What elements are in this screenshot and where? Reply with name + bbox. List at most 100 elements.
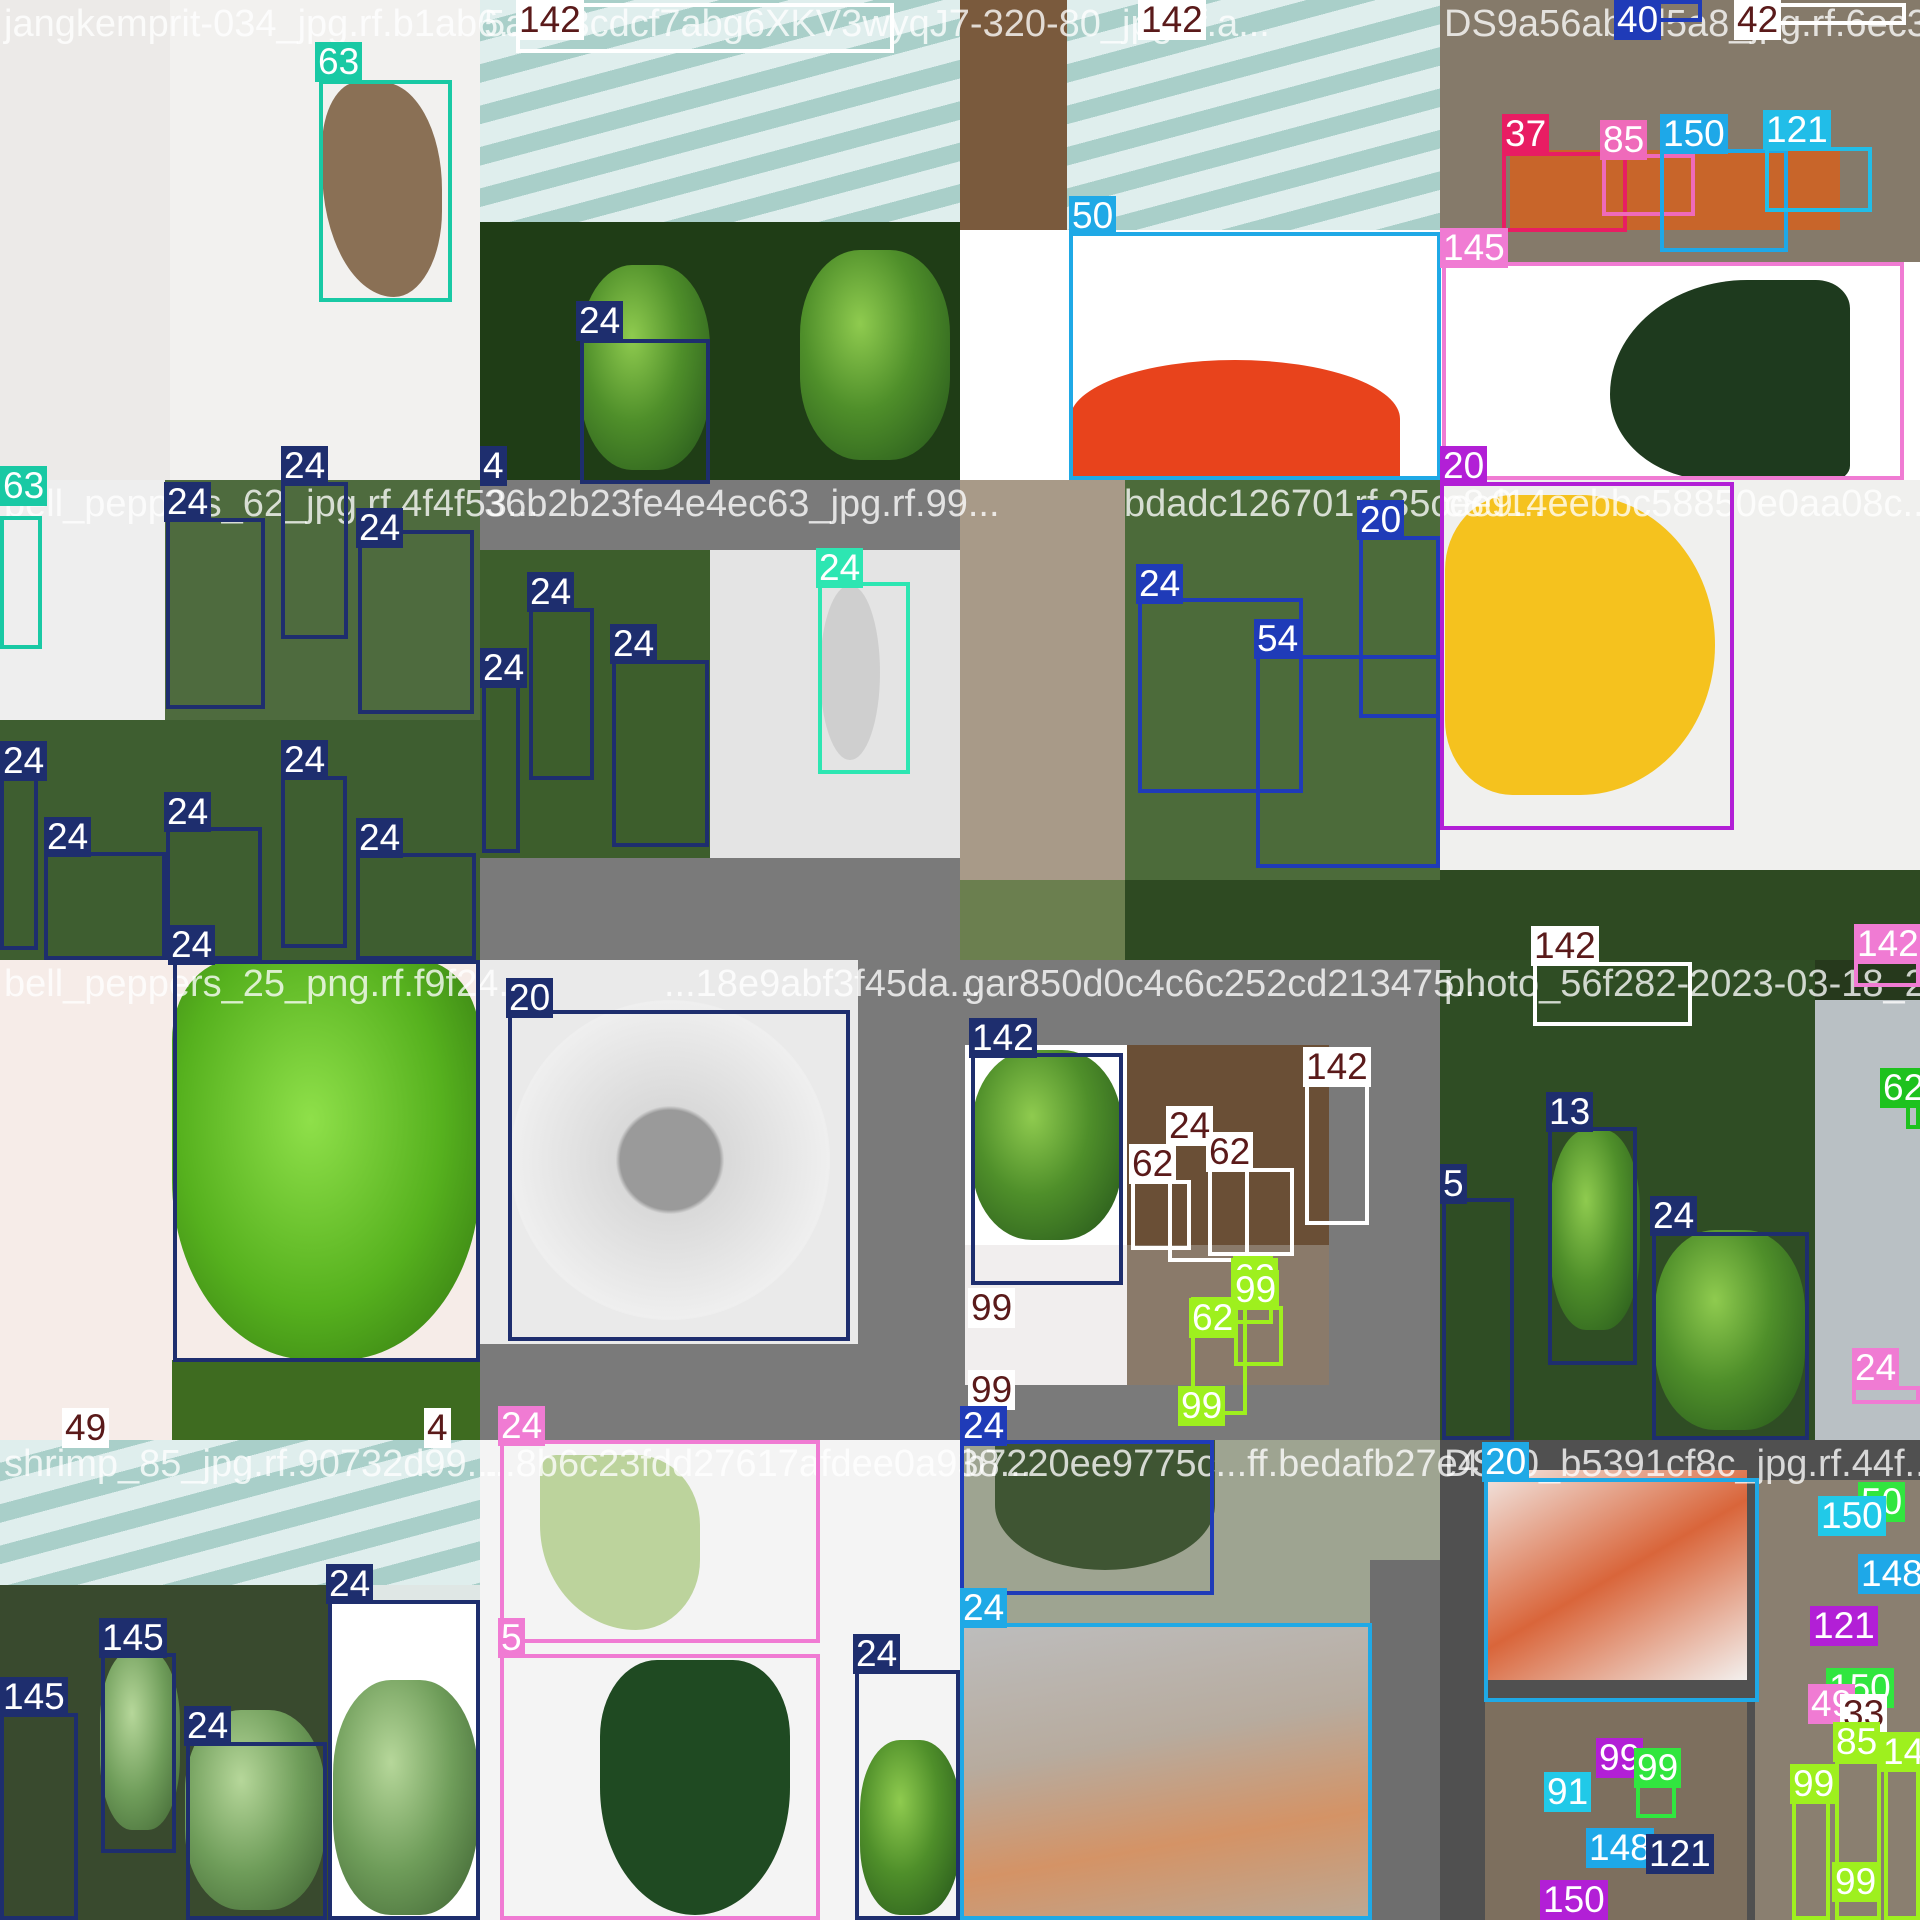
- detection-label: 99: [968, 1370, 1016, 1410]
- detection-label: 142: [1880, 1732, 1920, 1772]
- detection-label: 142: [1531, 926, 1599, 966]
- detection-label: 148: [1586, 1828, 1654, 1868]
- detection-label: 24: [610, 624, 658, 664]
- detection-box: [1484, 1478, 1759, 1702]
- detection-box: [44, 852, 166, 960]
- detection-box: [529, 608, 594, 780]
- detection-label: 24: [576, 301, 624, 341]
- detection-label: 24: [0, 741, 48, 781]
- detection-label: 24: [960, 1588, 1008, 1628]
- detection-box: [960, 1440, 1214, 1595]
- detection-label: 4: [424, 1408, 451, 1448]
- fridge-region: [1485, 1700, 1747, 1920]
- detection-label: 50: [1069, 196, 1117, 236]
- detection-label: 5: [498, 1618, 525, 1658]
- detection-box: [281, 482, 348, 639]
- detection-box: [1131, 1180, 1191, 1250]
- garlic-region: [960, 480, 1125, 880]
- detection-label: 121: [1646, 1834, 1714, 1874]
- detection-label: 150: [1818, 1496, 1886, 1536]
- detection-box: [1234, 1306, 1283, 1366]
- detection-box: [508, 1010, 850, 1341]
- detection-label: 24: [816, 548, 864, 588]
- detection-box: [328, 1600, 480, 1920]
- detection-label: 24: [480, 648, 528, 688]
- detection-label: 24: [356, 508, 404, 548]
- detection-label: 24: [168, 925, 216, 965]
- detection-box: [0, 1713, 78, 1920]
- detection-box: [818, 582, 910, 774]
- detection-label: 24: [960, 1406, 1008, 1446]
- detection-label: 150: [1540, 1880, 1608, 1920]
- detection-box: [1548, 1127, 1637, 1365]
- detection-label: 99: [1790, 1764, 1838, 1804]
- detection-box: [482, 682, 520, 853]
- glass-plate: [0, 1440, 480, 1585]
- detection-label: 24: [1852, 1348, 1900, 1388]
- detection-label: 99: [1832, 1862, 1880, 1902]
- detection-label: 63: [0, 466, 48, 506]
- tile-2: [480, 0, 960, 480]
- detection-label: 150: [1660, 114, 1728, 154]
- detection-label: 148: [1858, 1554, 1920, 1594]
- detection-box: [358, 530, 474, 714]
- detection-label: 62: [1189, 1298, 1237, 1338]
- detection-label: 121: [1763, 110, 1831, 150]
- detection-box: [101, 1653, 176, 1853]
- detection-label: 99: [1232, 1270, 1280, 1310]
- detection-label: 42: [1734, 0, 1782, 40]
- detection-label: 145: [99, 1618, 167, 1658]
- detection-label: 20: [1482, 1442, 1530, 1482]
- detection-label: 24: [281, 740, 329, 780]
- pepper-background: [1440, 870, 1920, 960]
- detection-box: [500, 1440, 820, 1643]
- detection-label: 5: [1440, 1164, 1467, 1204]
- detection-box: [1765, 147, 1872, 212]
- detection-label: 24: [184, 1706, 232, 1746]
- detection-box: [855, 1670, 960, 1920]
- detection-label: 145: [0, 1677, 68, 1717]
- detection-box: [0, 777, 38, 950]
- detection-label: 24: [1136, 564, 1184, 604]
- detection-box: [1208, 1168, 1294, 1256]
- detection-label: 24: [281, 446, 329, 486]
- detection-label: 24: [44, 817, 92, 857]
- detection-box: [1652, 1232, 1809, 1440]
- detection-label: 54: [1254, 619, 1302, 659]
- detection-label: 4: [480, 446, 507, 486]
- detection-label: 40: [1614, 0, 1662, 40]
- detection-label: 13: [1546, 1092, 1594, 1132]
- detection-box: [1305, 1083, 1369, 1225]
- detection-label: 85: [1833, 1722, 1881, 1762]
- detection-box: [319, 80, 452, 302]
- detection-box: [1069, 232, 1441, 480]
- tile-image-region: [1370, 1560, 1440, 1920]
- detection-box: [1359, 536, 1440, 718]
- detection-box: [612, 660, 709, 847]
- detection-label: 99: [1178, 1386, 1226, 1426]
- detection-mosaic: jangkemprit-034_jpg.rf.b1ab6... 5abd3cdc…: [0, 0, 1920, 1920]
- detection-label: 24: [326, 1564, 374, 1604]
- detection-label: 37: [1502, 114, 1550, 154]
- detection-box: [356, 853, 476, 960]
- wood-strip: [960, 0, 1067, 230]
- detection-label: 142: [1138, 0, 1206, 40]
- detection-box: [173, 960, 480, 1362]
- detection-label: 121: [1810, 1606, 1878, 1646]
- detection-label: 91: [1544, 1772, 1592, 1812]
- detection-label: 145: [1440, 228, 1508, 268]
- detection-label: 24: [498, 1406, 546, 1446]
- detection-box: [1442, 262, 1904, 480]
- detection-box: [166, 518, 265, 709]
- detection-label: 24: [356, 818, 404, 858]
- detection-box: [186, 1742, 327, 1920]
- detection-box: [1440, 482, 1734, 830]
- detection-label: 24: [164, 792, 212, 832]
- detection-label: 85: [1600, 120, 1648, 160]
- detection-label: 99: [1634, 1748, 1682, 1788]
- detection-box: [1442, 1198, 1514, 1440]
- detection-box: [281, 776, 347, 948]
- detection-box: [580, 339, 710, 484]
- detection-label: 99: [968, 1288, 1016, 1328]
- detection-label: 62: [1206, 1132, 1254, 1172]
